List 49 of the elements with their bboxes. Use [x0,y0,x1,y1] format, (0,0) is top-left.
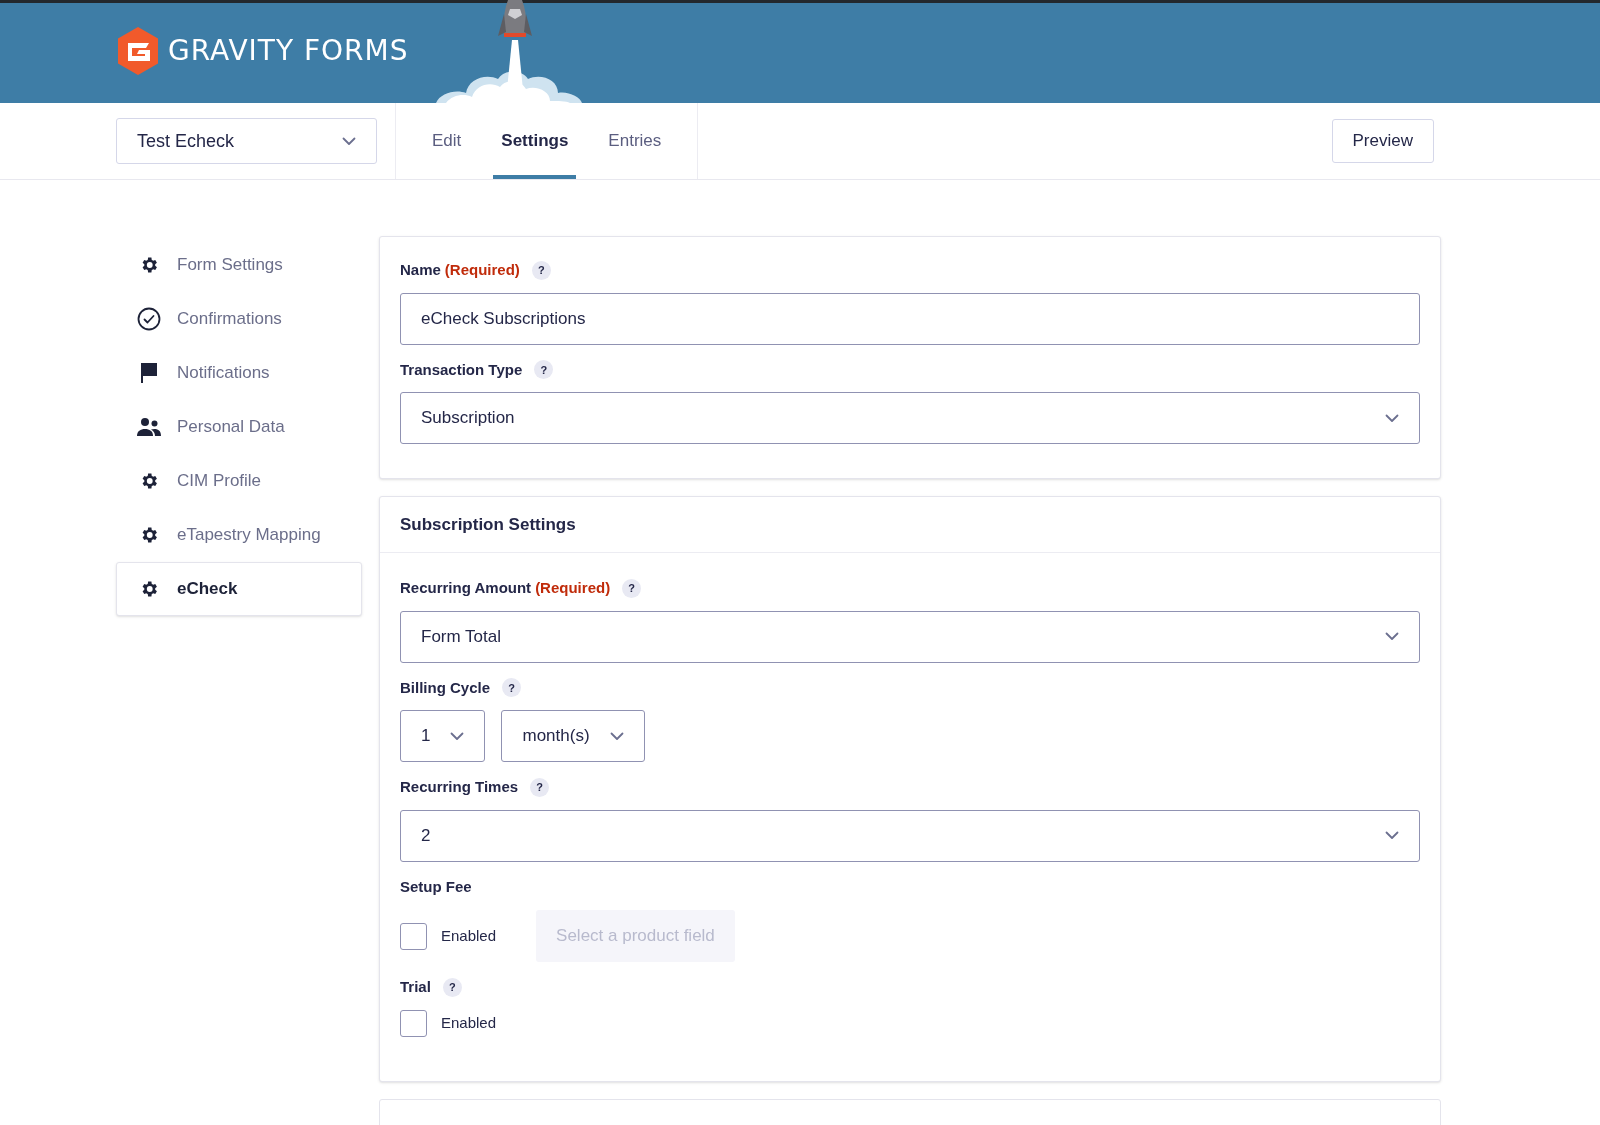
help-badge[interactable]: ? [442,977,462,997]
people-icon [137,417,161,437]
logo-icon [116,27,160,75]
chevron-down-icon [609,731,624,741]
field-label: Billing Cycle [400,677,491,698]
chevron-down-icon [1385,632,1399,641]
chevron-down-icon [1385,831,1399,840]
checkbox[interactable] [400,1009,427,1037]
sidebar-item[interactable]: eTapestry Mapping [116,508,362,562]
sidebar-item[interactable]: Confirmations [116,292,362,346]
help-badge[interactable]: ? [502,678,522,698]
select-field[interactable]: 1 [400,710,486,762]
flag-icon [139,362,159,384]
sidebar-item[interactable]: Notifications [116,346,362,400]
help-badge[interactable]: ? [530,777,550,797]
chevron-down-icon [450,731,465,741]
check-circle-icon [137,307,161,331]
field-label: Trial [400,977,431,997]
checkbox[interactable] [400,922,427,950]
help-badge[interactable]: ? [622,578,642,598]
sidebar-item[interactable]: CIM Profile [116,454,362,508]
brand-name: GRAVITY FORMS [168,33,409,69]
checkbox-label: Enabled [441,925,497,946]
nav-tab[interactable]: Edit [424,103,470,179]
name-input[interactable]: eCheck Subscriptions [400,292,1420,345]
sidebar-item[interactable]: Personal Data [116,400,362,454]
field-label: Recurring Amount [400,578,532,598]
checkbox-label: Enabled [441,1012,497,1033]
select-field[interactable]: 2 [400,809,1420,862]
select-field[interactable]: month(s) [501,710,645,762]
select-field[interactable]: Form Total [400,610,1420,663]
chevron-down-icon [342,136,356,146]
form-select[interactable]: Test Echeck [116,118,377,164]
sidebar-item[interactable]: eCheck [116,562,362,616]
required-label: (Required) [535,578,611,598]
field-label: Transaction Type [400,359,523,380]
preview-button[interactable]: Preview [1331,119,1434,163]
help-badge[interactable]: ? [534,360,554,380]
select-field[interactable]: Subscription [400,392,1420,444]
field-label: Name [400,260,441,280]
help-badge[interactable]: ? [531,260,551,280]
field-label: Setup Fee [400,876,472,897]
sidebar-item[interactable]: Form Settings [116,238,362,292]
section-heading: Subscription Settings [400,513,576,536]
nav-tab[interactable]: Settings [493,103,577,179]
chevron-down-icon [1385,413,1399,423]
required-label: (Required) [444,260,520,280]
nav-tab[interactable]: Entries [600,103,670,179]
field-label: Recurring Times [400,777,519,797]
